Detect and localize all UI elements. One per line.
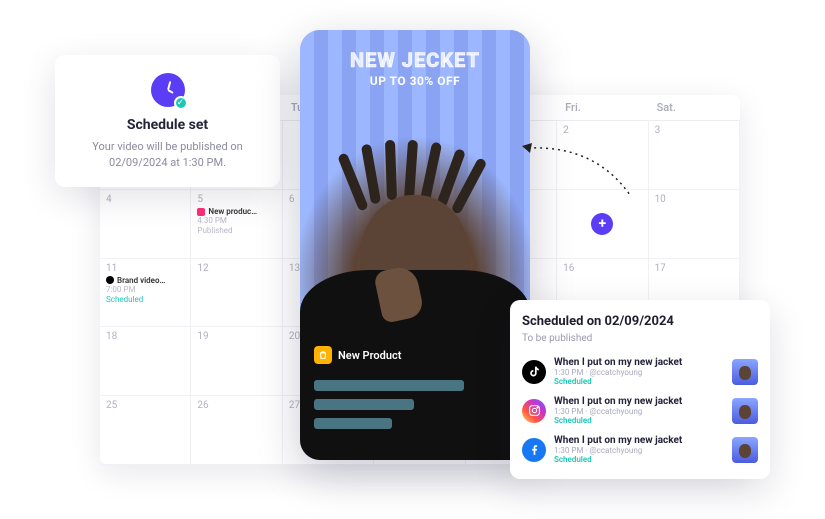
calendar-event[interactable]: Brand video… 7:00 PM Scheduled <box>106 276 184 305</box>
instagram-dot-icon <box>197 208 205 216</box>
scheduled-item[interactable]: When I put on my new jacket 1:30 PM · @c… <box>522 430 758 469</box>
post-meta: 1:30 PM · @ccatchyoung <box>554 446 724 455</box>
event-status: Published <box>197 226 275 236</box>
add-event-button[interactable]: + <box>591 213 613 235</box>
clock-check-icon: ✓ <box>151 73 185 107</box>
calendar-event[interactable]: New produc… 4:30 PM Published <box>197 207 275 236</box>
scheduled-item[interactable]: When I put on my new jacket 1:30 PM · @c… <box>522 391 758 430</box>
schedule-card-body: Your video will be published on 02/09/20… <box>71 139 264 171</box>
post-title: When I put on my new jacket <box>554 357 724 368</box>
cell-date: 5 <box>197 194 203 205</box>
post-thumbnail <box>732 359 758 385</box>
event-time: 4:30 PM <box>197 216 275 226</box>
event-title: New produc… <box>208 207 257 217</box>
event-status: Scheduled <box>106 295 184 305</box>
ad-title: NEW JECKET <box>300 48 530 72</box>
post-title: When I put on my new jacket <box>554 396 724 407</box>
video-preview: NEW JECKET UP TO 30% OFF New Product <box>300 30 530 460</box>
schedule-confirmation-card: ✓ Schedule set Your video will be publis… <box>55 55 280 187</box>
panel-subtitle: To be published <box>522 333 758 344</box>
shopping-bag-icon <box>314 346 332 364</box>
ad-overlay: NEW JECKET UP TO 30% OFF <box>300 48 530 88</box>
caption-placeholder <box>314 380 464 429</box>
schedule-card-title: Schedule set <box>71 117 264 133</box>
calendar-cell[interactable]: 2 <box>557 121 648 190</box>
calendar-cell[interactable]: 26 <box>191 396 282 465</box>
post-thumbnail <box>732 398 758 424</box>
day-header: Sat. <box>649 95 740 120</box>
cell-date: 11 <box>106 263 117 274</box>
post-thumbnail <box>732 437 758 463</box>
scheduled-posts-panel: Scheduled on 02/09/2024 To be published … <box>510 300 770 479</box>
calendar-cell[interactable]: 11 Brand video… 7:00 PM Scheduled <box>100 259 191 328</box>
calendar-cell[interactable]: 18 <box>100 327 191 396</box>
calendar-cell[interactable]: 12 <box>191 259 282 328</box>
post-meta: 1:30 PM · @ccatchyoung <box>554 407 724 416</box>
calendar-cell[interactable]: 19 <box>191 327 282 396</box>
calendar-cell-add[interactable]: + <box>557 190 648 259</box>
product-tag-label: New Product <box>338 349 401 362</box>
calendar-cell[interactable]: 3 <box>649 121 740 190</box>
calendar-cell[interactable]: 10 <box>649 190 740 259</box>
post-title: When I put on my new jacket <box>554 435 724 446</box>
ad-subtitle: UP TO 30% OFF <box>300 74 530 88</box>
panel-title: Scheduled on 02/09/2024 <box>522 314 758 329</box>
product-tag[interactable]: New Product <box>314 346 401 364</box>
calendar-cell[interactable]: 25 <box>100 396 191 465</box>
post-status: Scheduled <box>554 416 724 425</box>
post-meta: 1:30 PM · @ccatchyoung <box>554 368 724 377</box>
instagram-icon <box>522 399 546 423</box>
event-time: 7:00 PM <box>106 285 184 295</box>
event-title: Brand video… <box>117 276 165 286</box>
tiktok-icon <box>522 360 546 384</box>
calendar-cell[interactable]: 5 New produc… 4:30 PM Published <box>191 190 282 259</box>
post-status: Scheduled <box>554 455 724 464</box>
tiktok-dot-icon <box>106 276 114 284</box>
facebook-icon <box>522 438 546 462</box>
day-header: Fri. <box>557 95 648 120</box>
calendar-cell[interactable]: 4 <box>100 190 191 259</box>
scheduled-item[interactable]: When I put on my new jacket 1:30 PM · @c… <box>522 352 758 391</box>
post-status: Scheduled <box>554 377 724 386</box>
